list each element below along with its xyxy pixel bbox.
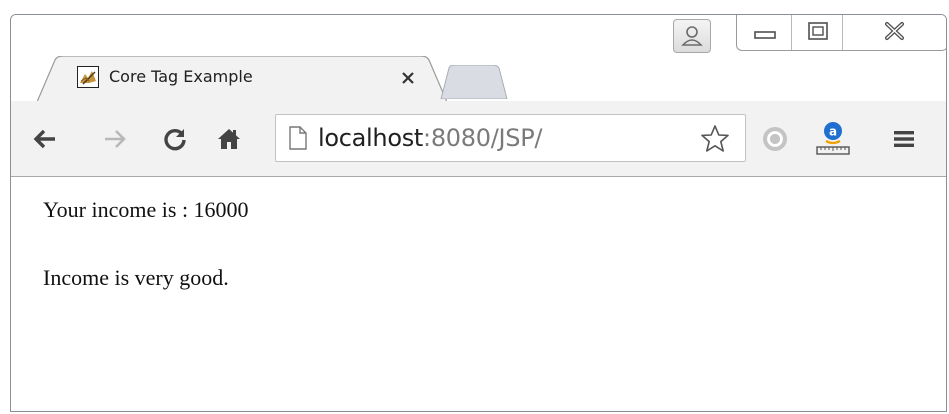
new-tab-button[interactable] bbox=[439, 65, 509, 99]
close-window-icon bbox=[885, 22, 904, 40]
amazon-extension-icon: a bbox=[816, 122, 850, 155]
profile-icon bbox=[681, 26, 703, 46]
home-button[interactable] bbox=[211, 101, 247, 177]
window-controls bbox=[736, 15, 946, 51]
back-button[interactable] bbox=[27, 101, 63, 177]
extension-amazon-button[interactable]: a bbox=[811, 101, 855, 177]
forward-button[interactable] bbox=[97, 101, 133, 177]
profile-button[interactable] bbox=[673, 19, 711, 53]
browser-toolbar: localhost:8080/JSP/ a bbox=[11, 101, 946, 177]
maximize-icon bbox=[808, 22, 828, 40]
reload-button[interactable] bbox=[157, 101, 193, 177]
maximize-button[interactable] bbox=[792, 15, 843, 50]
income-text: Your income is : 16000 bbox=[43, 197, 249, 222]
home-icon bbox=[218, 129, 240, 149]
close-window-button[interactable] bbox=[843, 15, 946, 50]
tab-title: Core Tag Example bbox=[109, 67, 253, 86]
back-arrow-icon bbox=[33, 129, 55, 149]
income-status-text: Income is very good. bbox=[43, 265, 229, 290]
url-path: :8080/JSP/ bbox=[423, 124, 543, 152]
tab-close-icon[interactable] bbox=[399, 69, 417, 87]
star-icon[interactable] bbox=[700, 124, 730, 154]
url-host: localhost bbox=[318, 124, 424, 152]
reload-icon bbox=[164, 129, 186, 151]
page-icon bbox=[289, 126, 307, 150]
title-bar: Core Tag Example bbox=[11, 15, 946, 102]
hamburger-menu-icon bbox=[894, 131, 914, 147]
forward-arrow-icon bbox=[105, 130, 126, 148]
svg-text:a: a bbox=[829, 125, 837, 139]
tomcat-favicon bbox=[77, 66, 99, 88]
extension-grey-button[interactable] bbox=[755, 101, 795, 177]
minimize-icon bbox=[754, 31, 776, 39]
url-text: localhost:8080/JSP/ bbox=[318, 124, 542, 152]
page-content: Your income is : 16000 Income is very go… bbox=[11, 177, 946, 411]
minimize-button[interactable] bbox=[737, 15, 792, 50]
menu-button[interactable] bbox=[887, 101, 921, 177]
tab-core-tag-example[interactable]: Core Tag Example bbox=[37, 56, 447, 102]
grey-circle-extension-icon bbox=[763, 127, 787, 151]
address-bar[interactable]: localhost:8080/JSP/ bbox=[275, 114, 746, 162]
browser-window: Core Tag Example localhost:8080/JSP/ a Y… bbox=[10, 14, 947, 412]
